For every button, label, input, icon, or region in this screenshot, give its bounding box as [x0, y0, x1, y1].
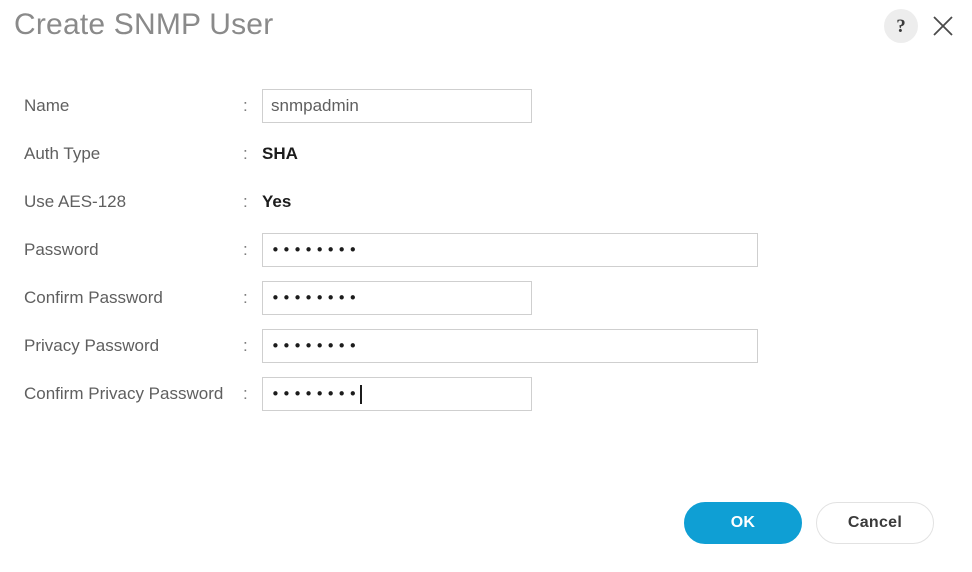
field-control: ••••••••: [262, 377, 532, 411]
field-label: Auth Type: [24, 144, 101, 163]
form-row: Confirm Privacy Password: ••••••••: [0, 370, 972, 418]
field-control: Yes: [262, 192, 291, 212]
close-icon: [933, 16, 953, 36]
password-input[interactable]: ••••••••: [262, 233, 758, 267]
field-control: ••••••••: [262, 281, 532, 315]
masked-value: ••••••••: [271, 240, 360, 259]
field-label: Confirm Password: [24, 288, 163, 307]
label-separator: :: [243, 144, 248, 163]
dialog-header: Create SNMP User ?: [0, 0, 972, 62]
help-button[interactable]: ?: [884, 9, 918, 43]
form-row: Password: ••••••••: [0, 226, 972, 274]
label-separator: :: [243, 96, 248, 115]
field-label: Name: [24, 96, 70, 115]
name-input[interactable]: [262, 89, 532, 123]
create-snmp-user-dialog: Create SNMP User ? Name: Auth Type: SHA Use…: [0, 0, 972, 572]
password-input[interactable]: ••••••••: [262, 281, 532, 315]
header-actions: ?: [884, 9, 958, 43]
form-row: Confirm Password: ••••••••: [0, 274, 972, 322]
field-label: Privacy Password: [24, 336, 160, 355]
static-field-value: SHA: [262, 144, 298, 163]
masked-value: ••••••••: [271, 384, 360, 403]
field-control: SHA: [262, 144, 298, 164]
field-control: ••••••••: [262, 233, 758, 267]
label-separator: :: [243, 192, 248, 211]
form-row: Use AES-128: Yes: [0, 178, 972, 226]
form-row: Privacy Password: ••••••••: [0, 322, 972, 370]
static-field-value: Yes: [262, 192, 292, 211]
masked-value: ••••••••: [271, 288, 360, 307]
label-separator: :: [243, 288, 248, 307]
form-row: Name:: [0, 82, 972, 130]
form-row: Auth Type: SHA: [0, 130, 972, 178]
label-separator: :: [243, 384, 248, 403]
field-control: ••••••••: [262, 329, 758, 363]
close-button[interactable]: [928, 10, 958, 42]
field-label: Password: [24, 240, 99, 259]
page-title: Create SNMP User: [14, 8, 274, 41]
field-label: Use AES-128: [24, 192, 127, 211]
masked-value: ••••••••: [271, 336, 360, 355]
field-label: Confirm Privacy Password: [24, 384, 224, 403]
label-separator: :: [243, 240, 248, 259]
snmp-user-form: Name: Auth Type: SHA Use AES-128: Yes Passwor…: [0, 82, 972, 418]
question-mark-icon: ?: [896, 15, 906, 37]
password-input[interactable]: ••••••••: [262, 377, 532, 411]
cancel-button[interactable]: Cancel: [816, 502, 934, 544]
password-input[interactable]: ••••••••: [262, 329, 758, 363]
field-control: [262, 89, 532, 123]
text-caret: [360, 384, 362, 404]
dialog-footer: OK Cancel: [684, 502, 934, 544]
label-separator: :: [243, 336, 248, 355]
ok-button[interactable]: OK: [684, 502, 802, 544]
